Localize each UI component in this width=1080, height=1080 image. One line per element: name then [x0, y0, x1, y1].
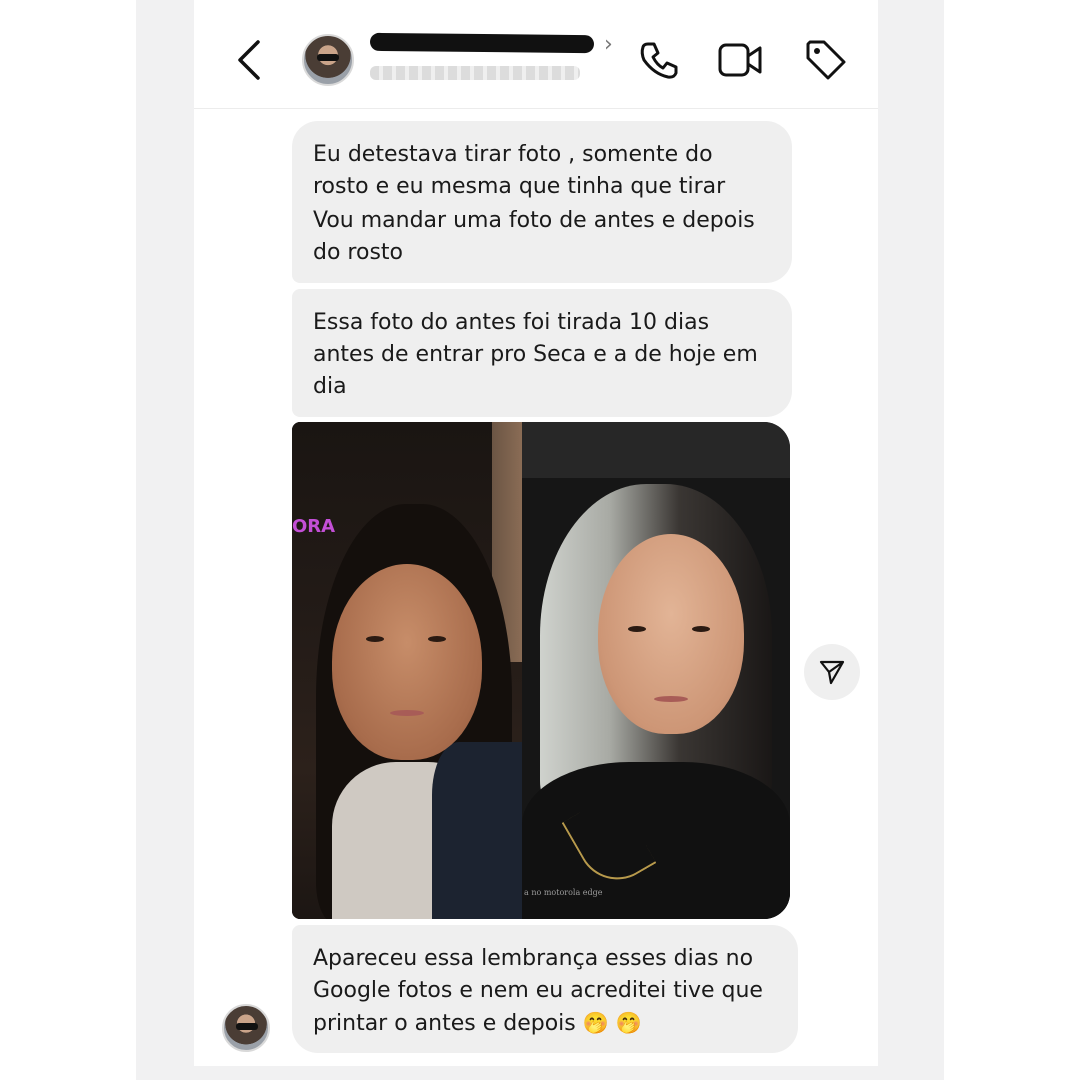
- before-photo: ORA: [292, 422, 522, 919]
- after-photo: [522, 422, 790, 919]
- message-line: dia: [313, 374, 347, 399]
- message-line: antes de entrar pro Seca e a de hoje em: [313, 342, 758, 367]
- chevron-left-icon: [238, 40, 260, 80]
- message-bubble[interactable]: Apareceu essa lembrança esses dias no Go…: [292, 925, 798, 1053]
- contact-avatar[interactable]: [302, 34, 354, 86]
- video-call-button[interactable]: [716, 36, 764, 84]
- photo-watermark: a no motorola edge: [524, 888, 603, 897]
- message-line: Apareceu essa lembrança esses dias no: [313, 946, 754, 971]
- message-bubble[interactable]: Essa foto do antes foi tirada 10 dias an…: [292, 289, 792, 417]
- message-bubble[interactable]: Eu detestava tirar foto , somente do ros…: [292, 121, 792, 283]
- share-button[interactable]: [804, 644, 860, 700]
- tag-icon: [806, 40, 846, 80]
- phone-icon: [640, 42, 678, 79]
- message-line: do rosto: [313, 240, 403, 265]
- message-line: Google fotos e nem eu acreditei tive que: [313, 978, 763, 1003]
- message-line: Vou mandar uma foto de antes e depois: [313, 208, 755, 233]
- chevron-right-icon: ›: [604, 32, 613, 57]
- tag-button[interactable]: [802, 36, 850, 84]
- message-line: printar o antes e depois 🤭 🤭: [313, 1011, 642, 1036]
- chat-screen: › Eu detestava tirar foto , somente do r…: [194, 0, 878, 1066]
- outer-margin-left: [0, 0, 136, 1080]
- before-after-photo[interactable]: ORA a no motorola edge: [292, 422, 790, 919]
- message-line: Eu detestava tirar foto , somente do: [313, 142, 713, 167]
- neon-sign-text: ORA: [292, 516, 336, 537]
- chat-header: ›: [194, 0, 878, 109]
- contact-handle-blurred: [370, 66, 580, 80]
- hand-over-mouth-emoji: 🤭 🤭: [582, 1011, 642, 1035]
- contact-name-redacted[interactable]: [369, 32, 595, 54]
- outer-margin-right: [944, 0, 1080, 1080]
- sender-avatar[interactable]: [222, 1004, 270, 1052]
- call-button[interactable]: [634, 36, 682, 84]
- message-line: rosto e eu mesma que tinha que tirar: [313, 174, 726, 199]
- back-button[interactable]: [232, 38, 268, 82]
- send-paper-plane-icon: [819, 660, 845, 685]
- message-line: Essa foto do antes foi tirada 10 dias: [313, 310, 710, 335]
- video-camera-icon: [718, 43, 762, 77]
